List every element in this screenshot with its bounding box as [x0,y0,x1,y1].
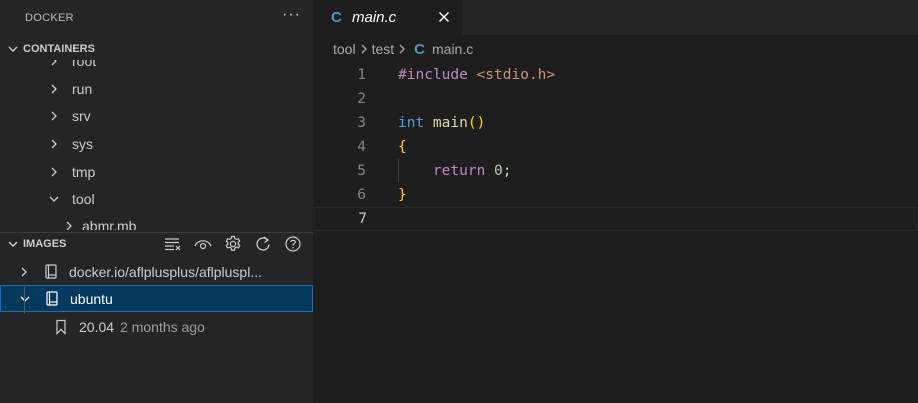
chevron-right-icon [47,75,61,103]
chevron-right-icon [47,158,61,186]
image-tag-label: 20.04 2 months ago [79,319,205,335]
close-icon[interactable] [435,8,453,26]
image-item-ubuntu[interactable]: ubuntu [0,285,313,312]
code-token: 0 [494,163,503,179]
code-token: <stdio.h> [476,67,556,83]
tab-label: main.c [352,9,397,26]
tag-icon [52,313,70,340]
breadcrumb: tool test C main.c [314,35,918,63]
gear-icon[interactable] [221,233,245,255]
chevron-right-icon [62,212,76,230]
help-icon[interactable] [281,233,305,255]
tab-bar: C main.c [314,0,918,35]
chevron-down-icon [3,238,23,250]
code-token: int [398,115,433,131]
chevron-down-icon [47,185,61,213]
line-number: 3 [357,115,366,131]
chevron-right-icon [359,43,369,55]
code-token: } [398,187,407,203]
breadcrumb-item[interactable]: tool [333,41,356,57]
chevron-down-icon [3,43,23,55]
line-number: 6 [357,187,366,203]
line-number: 7 [358,211,367,227]
tag-description: 2 months ago [120,318,205,335]
code-text: return 0; [398,163,512,179]
group-by-icon[interactable] [161,233,185,255]
line-number: 1 [357,67,366,83]
code-line[interactable]: 7 [314,207,918,231]
containers-section-header[interactable]: CONTAINERS [0,38,313,60]
eye-icon[interactable] [191,233,215,255]
breadcrumb-item[interactable]: main.c [432,41,473,57]
sidebar-header: DOCKER ··· [0,0,313,35]
code-line[interactable]: 3 int main() [314,111,918,135]
image-repo-icon [42,258,60,285]
docker-sidebar: DOCKER ··· CONTAINERS root run srv sys t… [0,0,313,403]
line-number: 5 [357,163,366,179]
code-token: ; [502,163,512,179]
sidebar-title: DOCKER [25,11,74,24]
image-item-label: docker.io/aflplusplus/aflpluspl... [69,263,262,280]
chevron-right-icon [17,258,31,285]
code-token: #include [398,67,477,83]
images-header-label: IMAGES [23,238,67,250]
c-file-icon: C [331,9,342,26]
code-text: int main() [398,115,485,131]
tree-item-label: tool [72,191,95,207]
tree-item-sys[interactable]: sys [0,130,313,158]
tree-item-srv[interactable]: srv [0,102,313,130]
tree-item-label: sys [72,136,93,152]
tree-item-label: run [72,81,93,97]
code-line[interactable]: 5 return 0; [314,159,918,183]
indent-guide [398,159,399,183]
breadcrumb-item[interactable]: test [372,41,395,57]
code-text: } [398,187,407,203]
code-text: #include <stdio.h> [398,67,555,83]
code-token: () [467,115,486,131]
line-number: 2 [357,91,366,107]
tree-indent-guide [24,287,25,314]
tree-item-label: abmr.mb [82,218,137,230]
tree-item-label: srv [72,108,91,124]
code-token: main [432,115,468,131]
tree-item-tmp[interactable]: tmp [0,158,313,186]
image-item-aflplusplus[interactable]: docker.io/aflplusplus/aflpluspl... [0,258,313,285]
refresh-icon[interactable] [251,233,275,255]
image-item-label: ubuntu [70,290,113,307]
code-line[interactable]: 6} [314,183,918,207]
line-number: 4 [357,139,366,155]
chevron-down-icon [18,285,32,312]
containers-header-label: CONTAINERS [23,43,95,55]
images-toolbar [161,233,305,255]
containers-tree: root run srv sys tmp tool abmr.mb [0,60,313,230]
chevron-right-icon [47,60,61,75]
containers-section: CONTAINERS root run srv sys tmp tool abm… [0,38,313,232]
tag-name: 20.04 [79,318,115,335]
tree-item-tool[interactable]: tool [0,185,313,213]
images-section-header[interactable]: IMAGES [0,233,313,255]
tree-item-label: tmp [72,164,96,180]
c-file-icon: C [414,40,425,58]
code-line[interactable]: 4{ [314,135,918,159]
code-token: { [398,139,407,155]
image-repo-icon [43,285,61,312]
code-token: return [432,163,495,179]
editor-area: C main.c tool test C main.c 1 #include <s… [314,0,918,403]
tree-item-root[interactable]: root [0,60,313,75]
chevron-right-icon [47,102,61,130]
tree-item-run[interactable]: run [0,75,313,103]
code-line[interactable]: 2 [314,87,918,111]
code-line[interactable]: 1 #include <stdio.h> [314,63,918,87]
chevron-right-icon [47,130,61,158]
more-actions-icon[interactable]: ··· [282,6,301,30]
tab-main-c[interactable]: C main.c [314,0,462,35]
tree-item-label: root [72,60,97,69]
tree-item-child[interactable]: abmr.mb [0,212,313,230]
chevron-right-icon [397,43,407,55]
code-text: { [398,139,407,155]
image-tag-item[interactable]: 20.04 2 months ago [0,313,313,340]
images-section: IMAGES docker.io/aflplusplus/aflpluspl..… [0,232,313,403]
